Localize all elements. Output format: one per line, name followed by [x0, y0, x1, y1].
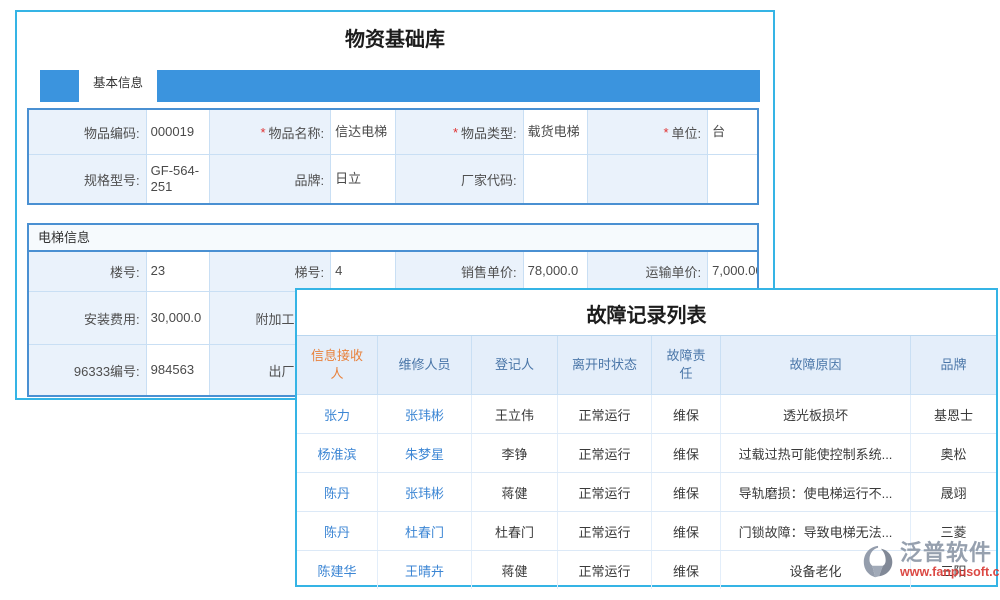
table-row: 杨淮滨朱梦星李铮正常运行维保过载过热可能使控制系统...奥松 — [297, 433, 996, 472]
field-label: *单位: — [588, 110, 708, 155]
record-link[interactable]: 陈建华 — [297, 551, 378, 589]
field-value[interactable]: 984563 — [147, 345, 210, 395]
field-label: 96333编号: — [29, 345, 147, 395]
required-marker: * — [663, 125, 668, 140]
watermark-url: www.fanpusoft.com — [900, 565, 1000, 580]
record-cell: 维保 — [652, 395, 721, 433]
field-value[interactable]: 4 — [331, 252, 396, 292]
record-cell: 王立伟 — [472, 395, 558, 433]
required-marker: * — [260, 125, 265, 140]
record-cell: 过载过热可能使控制系统... — [721, 434, 911, 472]
column-header: 维修人员 — [378, 336, 472, 394]
column-header: 信息接收人 — [297, 336, 378, 394]
fanpu-logo-icon — [860, 543, 898, 581]
tab-bar: 基本信息 — [40, 70, 760, 102]
field-label: 物品编码: — [29, 110, 147, 155]
record-cell: 正常运行 — [558, 434, 652, 472]
field-label: 厂家代码: — [396, 155, 524, 203]
field-value[interactable]: 7,000.00 — [708, 252, 757, 292]
record-cell: 蒋健 — [472, 473, 558, 511]
field-value[interactable]: 78,000.0 — [524, 252, 589, 292]
record-cell: 正常运行 — [558, 395, 652, 433]
field-label — [588, 155, 708, 203]
fault-table-header: 信息接收人维修人员登记人离开时状态故障责任故障原因品牌 — [297, 335, 996, 394]
elevator-section-title: 电梯信息 — [27, 223, 759, 250]
page: 物资基础库 基本信息 物品编码:000019*物品名称:信达电梯*物品类型:载货… — [0, 0, 1000, 600]
field-label: 安装费用: — [29, 292, 147, 345]
field-label: *物品类型: — [396, 110, 524, 155]
record-cell: 维保 — [652, 551, 721, 589]
record-link[interactable]: 陈丹 — [297, 512, 378, 550]
field-label: 品牌: — [210, 155, 332, 203]
record-cell: 维保 — [652, 473, 721, 511]
record-link[interactable]: 张玮彬 — [378, 395, 472, 433]
column-header: 故障原因 — [721, 336, 911, 394]
field-value[interactable]: 信达电梯 — [331, 110, 396, 155]
column-header: 品牌 — [911, 336, 996, 394]
record-link[interactable]: 杨淮滨 — [297, 434, 378, 472]
field-value[interactable]: GF-564-251 — [147, 155, 210, 203]
field-label: 销售单价: — [396, 252, 524, 292]
field-label: 运输单价: — [588, 252, 708, 292]
basic-info-table: 物品编码:000019*物品名称:信达电梯*物品类型:载货电梯*单位:台规格型号… — [27, 108, 759, 205]
record-link[interactable]: 张力 — [297, 395, 378, 433]
record-cell: 基恩士 — [911, 395, 996, 433]
field-value[interactable] — [708, 155, 757, 203]
watermark-brand: 泛普软件 — [900, 541, 1000, 565]
record-cell: 正常运行 — [558, 473, 652, 511]
field-label: 规格型号: — [29, 155, 147, 203]
record-cell: 维保 — [652, 434, 721, 472]
required-marker: * — [453, 125, 458, 140]
column-header: 登记人 — [472, 336, 558, 394]
record-link[interactable]: 陈丹 — [297, 473, 378, 511]
record-link[interactable]: 张玮彬 — [378, 473, 472, 511]
field-value[interactable]: 23 — [147, 252, 210, 292]
material-panel-title: 物资基础库 — [17, 12, 773, 52]
fault-panel-title: 故障记录列表 — [297, 290, 996, 328]
table-row: 张力张玮彬王立伟正常运行维保透光板损坏基恩士 — [297, 394, 996, 433]
record-cell: 透光板损坏 — [721, 395, 911, 433]
record-cell: 蒋健 — [472, 551, 558, 589]
record-link[interactable]: 王晴卉 — [378, 551, 472, 589]
record-link[interactable]: 朱梦星 — [378, 434, 472, 472]
field-value[interactable]: 载货电梯 — [524, 110, 589, 155]
column-header: 离开时状态 — [558, 336, 652, 394]
field-label: 梯号: — [210, 252, 332, 292]
record-cell: 导轨磨损：使电梯运行不... — [721, 473, 911, 511]
record-cell: 奥松 — [911, 434, 996, 472]
field-value[interactable]: 台 — [708, 110, 757, 155]
record-cell: 维保 — [652, 512, 721, 550]
record-link[interactable]: 杜春门 — [378, 512, 472, 550]
field-value[interactable]: 000019 — [147, 110, 210, 155]
field-value[interactable] — [524, 155, 589, 203]
record-cell: 正常运行 — [558, 551, 652, 589]
field-value[interactable]: 日立 — [331, 155, 396, 203]
record-cell: 李铮 — [472, 434, 558, 472]
column-header: 故障责任 — [652, 336, 721, 394]
record-cell: 晟翊 — [911, 473, 996, 511]
vendor-watermark: 泛普软件 www.fanpusoft.com — [860, 541, 998, 581]
field-label: 楼号: — [29, 252, 147, 292]
table-row: 陈丹张玮彬蒋健正常运行维保导轨磨损：使电梯运行不...晟翊 — [297, 472, 996, 511]
field-label: *物品名称: — [210, 110, 332, 155]
record-cell: 正常运行 — [558, 512, 652, 550]
record-cell: 杜春门 — [472, 512, 558, 550]
watermark-text: 泛普软件 www.fanpusoft.com — [900, 541, 1000, 580]
field-value[interactable]: 30,000.0 — [147, 292, 210, 345]
tab-basic-info[interactable]: 基本信息 — [79, 65, 157, 102]
